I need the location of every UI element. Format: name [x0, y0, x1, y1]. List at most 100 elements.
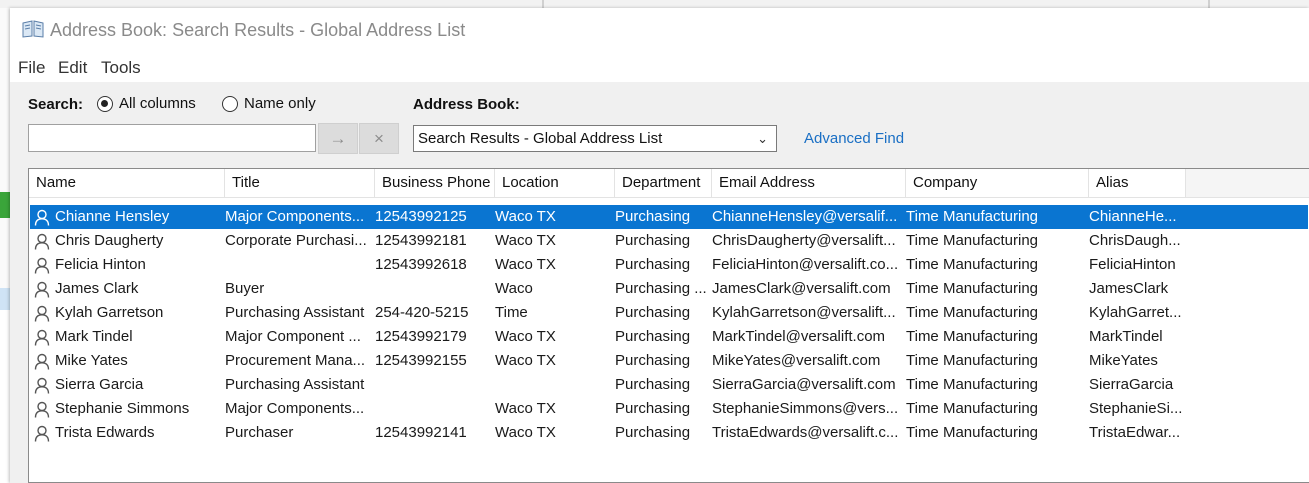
cell-company: Time Manufacturing	[906, 328, 1038, 345]
column-header-location[interactable]: Location	[495, 169, 615, 197]
column-header-company[interactable]: Company	[906, 169, 1089, 197]
cell-department: Purchasing	[615, 352, 691, 369]
cell-email: MarkTindel@versalift.com	[712, 328, 886, 345]
address-book-icon	[22, 20, 44, 38]
cell-business-phone	[375, 373, 493, 397]
arrow-right-icon: →	[329, 128, 347, 148]
cell-name: Chianne Hensley	[55, 208, 170, 225]
list-header: Name Title Business Phone Location Depar…	[29, 169, 1309, 198]
address-book-label: Address Book:	[413, 96, 520, 113]
cell-alias: MikeYates	[1089, 352, 1158, 369]
cell-name: Chris Daugherty	[55, 232, 164, 249]
cell-email: ChrisDaugherty@versalift...	[712, 232, 896, 249]
cell-business-phone	[375, 277, 493, 301]
chevron-down-icon: ⌄	[757, 131, 768, 146]
cell-alias: SierraGarcia	[1089, 376, 1174, 393]
cell-department: Purchasing ...	[615, 280, 707, 297]
background-divider	[542, 0, 544, 8]
cell-department: Purchasing	[615, 304, 691, 321]
column-header-title[interactable]: Title	[225, 169, 375, 197]
person-icon	[34, 377, 50, 394]
title-bar[interactable]: Address Book: Search Results - Global Ad…	[10, 8, 1309, 54]
cell-alias: ChrisDaugh...	[1089, 232, 1181, 249]
cell-company: Time Manufacturing	[906, 208, 1038, 225]
menu-edit[interactable]: Edit	[58, 58, 87, 78]
cell-location: Waco TX	[495, 400, 556, 417]
cell-name: Trista Edwards	[55, 424, 155, 441]
cell-title: Purchasing Assistant	[225, 376, 365, 393]
background-selected-item	[0, 288, 10, 310]
person-icon	[34, 233, 50, 250]
radio-all-columns-label: All columns	[119, 95, 196, 112]
menu-tools[interactable]: Tools	[101, 58, 141, 78]
search-label: Search:	[28, 96, 84, 113]
table-row[interactable]: Kylah Garretson Purchasing Assistant 254-4…	[30, 301, 1308, 325]
cell-business-phone	[375, 397, 493, 421]
cell-location: Waco TX	[495, 352, 556, 369]
cell-title: Buyer	[225, 280, 265, 297]
radio-all-columns[interactable]: All columns	[97, 95, 196, 112]
background-window-top	[0, 0, 1309, 8]
advanced-find-link[interactable]: Advanced Find	[804, 130, 904, 147]
address-book-window: Address Book: Search Results - Global Ad…	[10, 8, 1309, 483]
results-list[interactable]: Name Title Business Phone Location Depar…	[28, 168, 1309, 483]
table-row[interactable]: Sierra Garcia Purchasing Assistant Purchas…	[30, 373, 1308, 397]
cell-name: James Clark	[55, 280, 139, 297]
cell-business-phone: 12543992125	[375, 208, 467, 225]
table-row[interactable]: Stephanie Simmons Major Components... Waco…	[30, 397, 1308, 421]
cell-title: Procurement Mana...	[225, 352, 366, 369]
table-row[interactable]: Chris Daugherty Corporate Purchasi... 1254…	[30, 229, 1308, 253]
go-button[interactable]: →	[318, 123, 358, 154]
background-green-strip	[0, 192, 10, 218]
cell-title: Corporate Purchasi...	[225, 232, 367, 249]
table-row[interactable]: Mark Tindel Major Component ... 1254399217…	[30, 325, 1308, 349]
cell-department: Purchasing	[615, 328, 691, 345]
menu-file[interactable]: File	[18, 58, 45, 78]
address-book-select[interactable]: Search Results - Global Address List ⌄	[413, 125, 777, 152]
cell-email: FeliciaHinton@versalift.co...	[712, 256, 899, 273]
cell-business-phone: 12543992141	[375, 424, 467, 441]
cell-alias: JamesClark	[1089, 280, 1169, 297]
cell-location: Time	[495, 304, 528, 321]
cell-business-phone: 12543992155	[375, 352, 467, 369]
clear-button[interactable]: ×	[359, 123, 399, 154]
cell-title: Purchaser	[225, 424, 294, 441]
person-icon	[34, 305, 50, 322]
column-header-department[interactable]: Department	[615, 169, 712, 197]
column-header-business-phone[interactable]: Business Phone	[375, 169, 495, 197]
table-row[interactable]: Chianne Hensley Major Components... 125439…	[30, 205, 1308, 229]
cell-name: Felicia Hinton	[55, 256, 146, 273]
cell-location	[495, 373, 613, 397]
cell-title: Major Component ...	[225, 328, 361, 345]
cell-location: Waco TX	[495, 328, 556, 345]
column-header-name[interactable]: Name	[29, 169, 225, 197]
cell-alias: MarkTindel	[1089, 328, 1163, 345]
cell-business-phone: 12543992179	[375, 328, 467, 345]
cell-department: Purchasing	[615, 232, 691, 249]
cell-company: Time Manufacturing	[906, 304, 1038, 321]
cell-company: Time Manufacturing	[906, 400, 1038, 417]
cell-location: Waco TX	[495, 256, 556, 273]
cell-department: Purchasing	[615, 424, 691, 441]
cell-location: Waco TX	[495, 424, 556, 441]
cell-name: Mike Yates	[55, 352, 128, 369]
person-icon	[34, 257, 50, 274]
table-row[interactable]: James Clark Buyer Waco Purchasing ... JamesC…	[30, 277, 1308, 301]
cell-alias: KylahGarret...	[1089, 304, 1182, 321]
cell-email: JamesClark@versalift.com	[712, 280, 891, 297]
cell-alias: ChianneHe...	[1089, 208, 1177, 225]
window-title: Address Book: Search Results - Global Ad…	[50, 20, 466, 40]
table-row[interactable]: Felicia Hinton 12543992618 Waco TX Purchasi…	[30, 253, 1308, 277]
table-row[interactable]: Mike Yates Procurement Mana... 12543992155…	[30, 349, 1308, 373]
cell-title: Major Components...	[225, 400, 365, 417]
radio-name-only[interactable]: Name only	[222, 95, 316, 112]
cell-email: SierraGarcia@versalift.com	[712, 376, 896, 393]
column-header-email[interactable]: Email Address	[712, 169, 906, 197]
search-input[interactable]	[28, 124, 316, 152]
cell-company: Time Manufacturing	[906, 376, 1038, 393]
column-header-alias[interactable]: Alias	[1089, 169, 1186, 197]
table-row[interactable]: Trista Edwards Purchaser 12543992141 Waco T…	[30, 421, 1308, 445]
person-icon	[34, 353, 50, 370]
radio-unchecked-icon[interactable]	[222, 95, 238, 112]
radio-checked-icon[interactable]	[97, 95, 113, 112]
